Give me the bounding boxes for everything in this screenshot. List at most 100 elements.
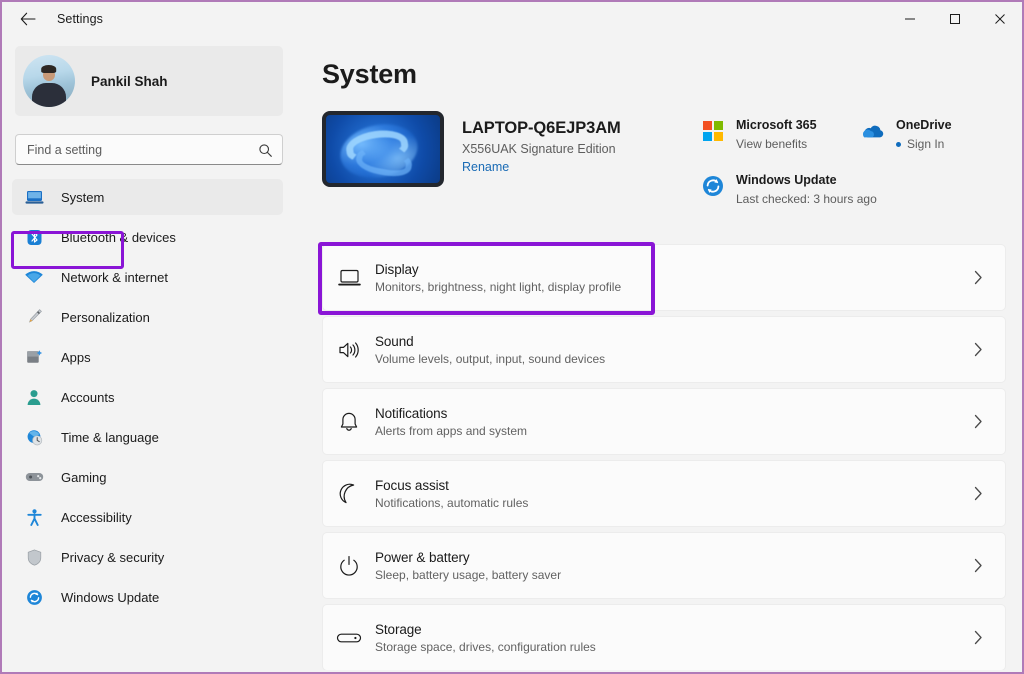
close-button[interactable] — [977, 2, 1022, 35]
paintbrush-icon — [24, 307, 44, 327]
back-button[interactable] — [11, 4, 45, 34]
info-card-title: OneDrive — [896, 118, 952, 132]
search-input[interactable] — [15, 134, 283, 165]
minimize-button[interactable] — [887, 2, 932, 35]
settings-item-title: Display — [375, 262, 965, 277]
window-controls — [887, 2, 1022, 35]
nav-list: System Bluetooth & devices — [4, 179, 302, 615]
settings-item-subtitle: Alerts from apps and system — [375, 424, 965, 438]
sidebar-item-bluetooth-devices[interactable]: Bluetooth & devices — [12, 219, 283, 255]
settings-item-storage[interactable]: Storage Storage space, drives, configura… — [322, 604, 1006, 670]
storage-icon — [323, 631, 375, 645]
maximize-button[interactable] — [932, 2, 977, 35]
sidebar-item-label: Accessibility — [61, 510, 132, 525]
sidebar-item-network-internet[interactable]: Network & internet — [12, 259, 283, 295]
settings-item-text: Focus assist Notifications, automatic ru… — [375, 478, 965, 510]
onedrive-card[interactable]: OneDrive Sign In — [856, 113, 1006, 154]
sidebar-item-label: Privacy & security — [61, 550, 164, 565]
info-cards: Microsoft 365 View benefits OneDrive Sig… — [696, 113, 1006, 209]
rename-link[interactable]: Rename — [462, 160, 509, 174]
chevron-right-icon — [965, 270, 991, 285]
info-card-title: Windows Update — [736, 173, 837, 187]
device-info: LAPTOP-Q6EJP3AM X556UAK Signature Editio… — [462, 111, 621, 187]
settings-item-title: Focus assist — [375, 478, 965, 493]
power-icon — [323, 555, 375, 577]
settings-item-subtitle: Volume levels, output, input, sound devi… — [375, 352, 965, 366]
info-card-subtitle: Sign In — [896, 137, 952, 151]
title-bar: Settings — [2, 2, 1022, 35]
sidebar-item-apps[interactable]: Apps — [12, 339, 283, 375]
device-thumbnail — [322, 111, 444, 187]
wifi-icon — [24, 267, 44, 287]
sidebar-item-system[interactable]: System — [12, 179, 283, 215]
settings-item-text: Storage Storage space, drives, configura… — [375, 622, 965, 654]
arrow-left-icon — [20, 12, 36, 26]
bell-icon — [323, 411, 375, 433]
windows-update-icon — [700, 173, 726, 199]
onedrive-cloud-icon — [860, 118, 886, 144]
settings-item-subtitle: Monitors, brightness, night light, displ… — [375, 280, 965, 294]
settings-item-subtitle: Notifications, automatic rules — [375, 496, 965, 510]
chevron-right-icon — [965, 414, 991, 429]
sidebar-item-time-language[interactable]: Time & language — [12, 419, 283, 455]
chevron-right-icon — [965, 558, 991, 573]
monitor-icon — [24, 187, 44, 207]
settings-list: Display Monitors, brightness, night ligh… — [322, 244, 1006, 670]
settings-item-title: Power & battery — [375, 550, 965, 565]
sidebar-item-privacy-security[interactable]: Privacy & security — [12, 539, 283, 575]
settings-item-title: Storage — [375, 622, 965, 637]
info-card-title: Microsoft 365 — [736, 118, 817, 132]
sidebar-item-accounts[interactable]: Accounts — [12, 379, 283, 415]
clock-globe-icon — [24, 427, 44, 447]
microsoft-365-card[interactable]: Microsoft 365 View benefits — [696, 113, 856, 154]
sidebar-item-windows-update[interactable]: Windows Update — [12, 579, 283, 615]
settings-item-title: Notifications — [375, 406, 965, 421]
sidebar-item-gaming[interactable]: Gaming — [12, 459, 283, 495]
update-icon — [24, 587, 44, 607]
microsoft-logo-icon — [700, 118, 726, 144]
info-cards-top-row: Microsoft 365 View benefits OneDrive Sig… — [696, 113, 1006, 154]
account-name: Pankil Shah — [91, 74, 168, 89]
chevron-right-icon — [965, 342, 991, 357]
search-glyph-icon — [258, 143, 273, 158]
minimize-icon — [904, 13, 916, 25]
device-model: X556UAK Signature Edition — [462, 142, 621, 156]
sidebar-item-label: Accounts — [61, 390, 114, 405]
moon-icon — [323, 483, 375, 505]
sidebar-item-personalization[interactable]: Personalization — [12, 299, 283, 335]
search-icon[interactable] — [253, 138, 277, 162]
window-title: Settings — [57, 12, 103, 26]
windows-update-card[interactable]: Windows Update Last checked: 3 hours ago — [696, 168, 1006, 209]
person-icon — [24, 387, 44, 407]
account-card[interactable]: Pankil Shah — [15, 46, 283, 116]
settings-item-text: Notifications Alerts from apps and syste… — [375, 406, 965, 438]
avatar — [23, 55, 75, 107]
settings-item-subtitle: Storage space, drives, configuration rul… — [375, 640, 965, 654]
gamepad-icon — [24, 467, 44, 487]
settings-item-subtitle: Sleep, battery usage, battery saver — [375, 568, 965, 582]
sidebar-item-label: Apps — [61, 350, 91, 365]
settings-window: Settings — [0, 0, 1024, 674]
chevron-right-icon — [965, 630, 991, 645]
settings-item-display[interactable]: Display Monitors, brightness, night ligh… — [322, 244, 1006, 311]
close-icon — [994, 13, 1006, 25]
sidebar-item-label: Network & internet — [61, 270, 168, 285]
settings-item-power-battery[interactable]: Power & battery Sleep, battery usage, ba… — [322, 532, 1006, 599]
main-content: System LAPTOP-Q6EJP3AM X556UAK Signature… — [302, 35, 1020, 670]
sidebar-item-label: System — [61, 190, 104, 205]
settings-item-sound[interactable]: Sound Volume levels, output, input, soun… — [322, 316, 1006, 383]
info-card-subtitle: View benefits — [736, 137, 817, 151]
settings-item-focus-assist[interactable]: Focus assist Notifications, automatic ru… — [322, 460, 1006, 527]
sidebar: Pankil Shah System — [4, 35, 302, 670]
sidebar-item-label: Personalization — [61, 310, 150, 325]
sidebar-item-accessibility[interactable]: Accessibility — [12, 499, 283, 535]
shield-icon — [24, 547, 44, 567]
device-name: LAPTOP-Q6EJP3AM — [462, 119, 621, 138]
sound-icon — [323, 340, 375, 360]
info-card-subtitle: Last checked: 3 hours ago — [736, 192, 877, 206]
search-container — [15, 134, 283, 165]
maximize-icon — [949, 13, 961, 25]
settings-item-notifications[interactable]: Notifications Alerts from apps and syste… — [322, 388, 1006, 455]
sidebar-item-label: Gaming — [61, 470, 107, 485]
settings-item-text: Display Monitors, brightness, night ligh… — [375, 262, 965, 294]
